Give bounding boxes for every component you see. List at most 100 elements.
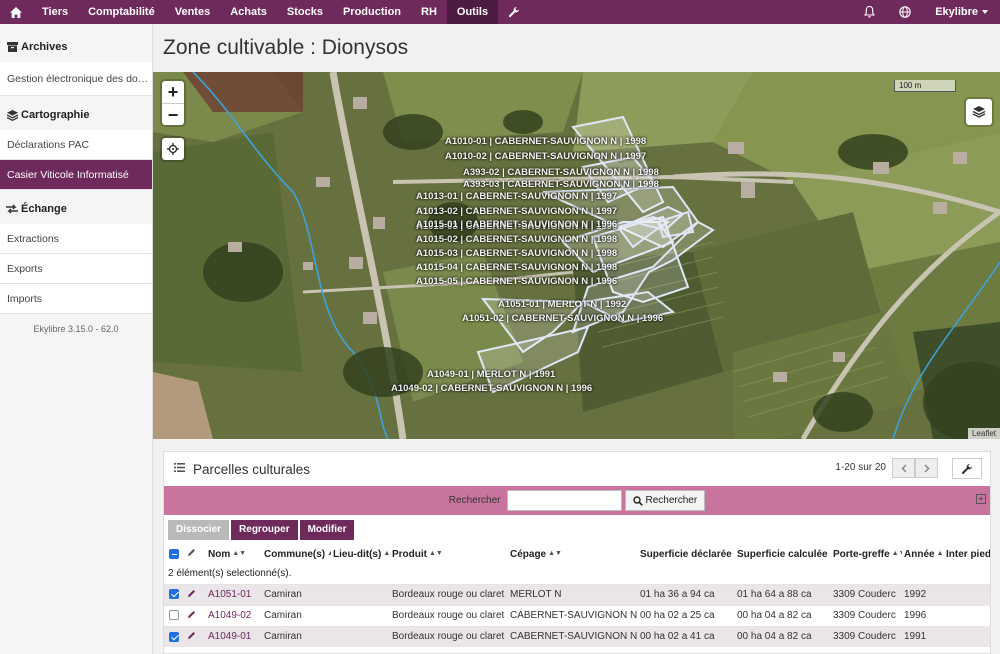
column-header-nom[interactable]: Nom ▲▼ <box>206 544 262 564</box>
edit-button[interactable]: Modifier <box>299 519 355 540</box>
parcel-label[interactable]: A1015-01 | CABERNET-SAUVIGNON N | 1996 <box>416 219 617 230</box>
nav-production[interactable]: Production <box>333 0 411 24</box>
parcels-panel: Parcelles culturales 1-20 sur 20 Recherc… <box>163 451 991 654</box>
parcel-label[interactable]: A1013-01 | CABERNET-SAUVIGNON N | 1997 <box>416 191 617 202</box>
column-header-cepage[interactable]: Cépage ▲▼ <box>508 544 638 564</box>
globe-icon <box>899 6 911 18</box>
version-text: Ekylibre 3.15.0 - 62.0 <box>33 324 119 334</box>
cell-lieu-dit <box>331 583 390 605</box>
parcel-label[interactable]: A1015-05 | CABERNET-SAUVIGNON N | 1996 <box>416 276 617 287</box>
row-checkbox[interactable] <box>164 583 185 605</box>
parcel-label[interactable]: A1015-04 | CABERNET-SAUVIGNON N | 1998 <box>416 262 617 273</box>
zoom-control: + − <box>162 81 184 125</box>
nav-tiers[interactable]: Tiers <box>32 0 78 24</box>
parcel-label[interactable]: A1049-02 | CABERNET-SAUVIGNON N | 1996 <box>391 383 592 394</box>
column-header-annee[interactable]: Année▲▼ <box>902 544 944 564</box>
nav-ventes[interactable]: Ventes <box>165 0 220 24</box>
dissociate-button[interactable]: Dissocier <box>168 519 230 540</box>
cell-superficie-calculee: 00 ha 04 a 82 ca <box>735 604 831 626</box>
column-header-superficie-declaree[interactable]: Superficie déclarée▲▼ <box>638 544 735 564</box>
sidebar-item-imports[interactable]: Imports <box>0 284 152 314</box>
sidebar-item-ged[interactable]: Gestion électronique des documents <box>0 62 152 96</box>
nav-stocks[interactable]: Stocks <box>277 0 333 24</box>
cell-nom[interactable]: A1051-01 <box>206 583 262 605</box>
cell-porte-greffe: 3309 Couderc <box>831 625 902 647</box>
layers-icon <box>972 106 986 118</box>
search-button[interactable]: Rechercher <box>624 490 706 511</box>
pencil-icon <box>188 631 195 639</box>
select-all-checkbox[interactable] <box>164 544 185 564</box>
cell-annee: 1996 <box>902 604 944 626</box>
notifications-button[interactable] <box>852 0 887 24</box>
top-navbar: Tiers Comptabilité Ventes Achats Stocks … <box>0 0 1000 24</box>
parcel-label[interactable]: A1051-01 | MERLOT N | 1992 <box>498 299 626 310</box>
chevron-right-icon <box>923 463 930 473</box>
parcel-label[interactable]: A393-02 | CABERNET-SAUVIGNON N | 1998 <box>463 167 659 178</box>
sort-icon: ▲▼ <box>830 550 831 557</box>
parcel-label[interactable]: A1051-02 | CABERNET-SAUVIGNON N | 1996 <box>462 313 663 324</box>
row-checkbox[interactable] <box>164 625 185 647</box>
panel-title: Parcelles culturales <box>193 461 311 477</box>
cell-nom[interactable]: A1049-01 <box>206 625 262 647</box>
column-header-superficie-calculee[interactable]: Superficie calculée▲▼ <box>735 544 831 564</box>
search-label: Rechercher <box>448 495 501 506</box>
edit-row-button[interactable] <box>185 625 206 647</box>
home-button[interactable] <box>0 0 32 24</box>
sidebar-item-declarations-pac[interactable]: Déclarations PAC <box>0 130 152 160</box>
row-checkbox[interactable] <box>164 604 185 626</box>
cell-nom[interactable]: A1049-02 <box>206 604 262 626</box>
cell-commune: Camiran <box>262 625 331 647</box>
sort-icon: ▲▼ <box>548 550 562 558</box>
prev-page-button[interactable] <box>892 458 915 478</box>
sidebar-section-echange: Échange <box>0 196 152 222</box>
parcel-label[interactable]: A1010-02 | CABERNET-SAUVIGNON N | 1997 <box>445 151 646 162</box>
bell-icon <box>864 6 876 18</box>
table-settings-button[interactable] <box>952 458 982 479</box>
zoom-in-button[interactable]: + <box>162 81 184 103</box>
nav-achats[interactable]: Achats <box>220 0 277 24</box>
group-button[interactable]: Regrouper <box>231 519 298 540</box>
sidebar-item-casier-viticole[interactable]: Casier Viticole Informatisé <box>0 160 152 190</box>
zoom-out-button[interactable]: − <box>162 103 184 125</box>
column-header-inter-pied[interactable]: Inter pied <box>944 544 990 564</box>
column-header-produit[interactable]: Produit ▲▼ <box>390 544 508 564</box>
edit-row-button[interactable] <box>185 604 206 626</box>
edit-row-button[interactable] <box>185 583 206 605</box>
main-content: Zone cultivable : Dionysos A1010-01 | CA… <box>153 24 1000 654</box>
locate-button[interactable] <box>162 138 184 160</box>
search-input[interactable] <box>506 490 622 511</box>
map-attribution[interactable]: Leaflet <box>967 428 1000 439</box>
cell-lieu-dit <box>331 604 390 626</box>
column-header-lieu-dit[interactable]: Lieu-dit(s)▲▼ <box>331 544 390 564</box>
table-row[interactable]: A1049-01 Camiran Bordeaux rouge ou clare… <box>164 625 990 647</box>
parcel-label[interactable]: A1010-01 | CABERNET-SAUVIGNON N | 1998 <box>445 136 646 147</box>
user-menu[interactable]: Ekylibre <box>923 0 1000 24</box>
nav-outils[interactable]: Outils <box>446 0 499 24</box>
column-header-porte-greffe[interactable]: Porte-greffe▲▼ <box>831 544 902 564</box>
column-header-commune[interactable]: Commune(s)▲▼ <box>262 544 331 564</box>
settings-wrench-button[interactable] <box>498 0 530 24</box>
parcel-label[interactable]: A1049-01 | MERLOT N | 1991 <box>427 369 555 380</box>
map-scale: 100 m <box>894 80 956 92</box>
archive-icon <box>6 41 18 53</box>
map-view[interactable]: A1010-01 | CABERNET-SAUVIGNON N | 1998 A… <box>153 72 1000 439</box>
sidebar-item-extractions[interactable]: Extractions <box>0 224 152 254</box>
header-edit-col <box>185 544 206 564</box>
cell-produit: Bordeaux rouge ou claret <box>390 583 508 605</box>
parcel-label[interactable]: A1015-02 | CABERNET-SAUVIGNON N | 1998 <box>416 234 617 245</box>
parcel-label[interactable]: A1013-02 | CABERNET-SAUVIGNON N | 1997 <box>416 206 617 217</box>
expand-search-icon[interactable]: + <box>976 494 986 504</box>
nav-comptabilite[interactable]: Comptabilité <box>78 0 165 24</box>
nav-rh[interactable]: RH <box>411 0 447 24</box>
parcel-label[interactable]: A1015-03 | CABERNET-SAUVIGNON N | 1998 <box>416 248 617 259</box>
sidebar: Archives Gestion électronique des docume… <box>0 24 153 654</box>
table-row[interactable]: A1051-01 Camiran Bordeaux rouge ou clare… <box>164 583 990 605</box>
sidebar-section-title: Archives <box>21 41 68 53</box>
sidebar-item-exports[interactable]: Exports <box>0 254 152 284</box>
next-page-button[interactable] <box>915 458 938 478</box>
parcel-label[interactable]: A393-03 | CABERNET-SAUVIGNON N | 1998 <box>463 179 659 190</box>
layers-toggle-button[interactable] <box>966 99 992 125</box>
table-row[interactable]: A1049-02 Camiran Bordeaux rouge ou clare… <box>164 604 990 626</box>
action-bar: Dissocier Regrouper Modifier <box>164 515 990 544</box>
language-button[interactable] <box>887 0 923 24</box>
